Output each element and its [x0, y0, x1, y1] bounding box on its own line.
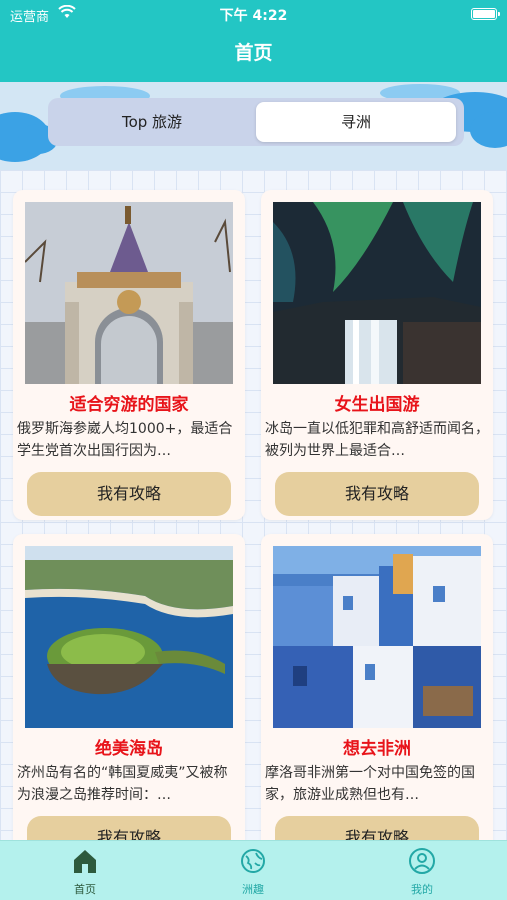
card-title: 绝美海岛 [95, 739, 163, 759]
card-description: 冰岛一直以低犯罪和高舒适而闻名，被列为世界上最适合… [265, 421, 489, 459]
card-description: 俄罗斯海参崴人均1000+，最适合学生党首次出国行因为… [17, 421, 233, 459]
top-bar: 运营商 下午 4:22 首页 [0, 0, 507, 82]
segment-xunzhou[interactable]: 寻洲 [256, 102, 456, 142]
card[interactable]: 适合穷游的国家 俄罗斯海参崴人均1000+，最适合学生党首次出国行因为… 我有攻… [13, 190, 245, 520]
jeju-island-photo [25, 546, 233, 728]
card-title: 想去非洲 [343, 739, 411, 759]
home-icon [74, 850, 96, 873]
cloud-decoration [470, 112, 507, 148]
russian-gate-photo [25, 202, 233, 384]
user-icon [409, 848, 435, 874]
page-title: 首页 [234, 42, 273, 64]
segmented-control: Top 旅游 寻洲 [48, 98, 464, 146]
card[interactable]: 想去非洲 摩洛哥非洲第一个对中国免签的国家，旅游业成熟但也有… 我有攻略 [261, 534, 493, 840]
strategy-button[interactable]: 我有攻略 [275, 816, 479, 840]
tab-zhouqu[interactable]: 洲趣 [213, 847, 293, 897]
main-content[interactable]: Top 旅游 寻洲 适合穷游的国家 俄罗斯海参崴人均1000+，最适合学生党首次… [0, 82, 507, 840]
strategy-button[interactable]: 我有攻略 [27, 816, 231, 840]
card[interactable]: 绝美海岛 济州岛有名的“韩国夏威夷”又被称为浪漫之岛推荐时间：… 我有攻略 [13, 534, 245, 840]
segment-top-travel[interactable]: Top 旅游 [52, 102, 252, 142]
card[interactable]: 女生出国游 冰岛一直以低犯罪和高舒适而闻名，被列为世界上最适合… 我有攻略 [261, 190, 493, 520]
iceland-aurora-waterfall-photo [273, 202, 481, 384]
strategy-button[interactable]: 我有攻略 [275, 472, 479, 516]
status-time: 下午 4:22 [219, 8, 288, 24]
tab-label: 洲趣 [242, 883, 264, 896]
strategy-button[interactable]: 我有攻略 [27, 472, 231, 516]
tab-mine[interactable]: 我的 [382, 847, 462, 897]
card-description: 摩洛哥非洲第一个对中国免签的国家，旅游业成熟但也有… [265, 765, 475, 803]
tab-bar: 首页 洲趣 我的 [0, 840, 507, 900]
tab-label: 我的 [411, 883, 433, 896]
status-bar: 运营商 下午 4:22 [0, 0, 507, 28]
chefchaouen-blue-city-photo [273, 546, 481, 728]
tab-home[interactable]: 首页 [45, 847, 125, 897]
card-title: 女生出国游 [334, 395, 420, 415]
card-description: 济州岛有名的“韩国夏威夷”又被称为浪漫之岛推荐时间：… [17, 765, 228, 803]
card-title: 适合穷游的国家 [69, 395, 189, 415]
battery-icon [471, 8, 500, 20]
tab-label: 首页 [74, 883, 96, 896]
globe-icon [241, 849, 265, 873]
